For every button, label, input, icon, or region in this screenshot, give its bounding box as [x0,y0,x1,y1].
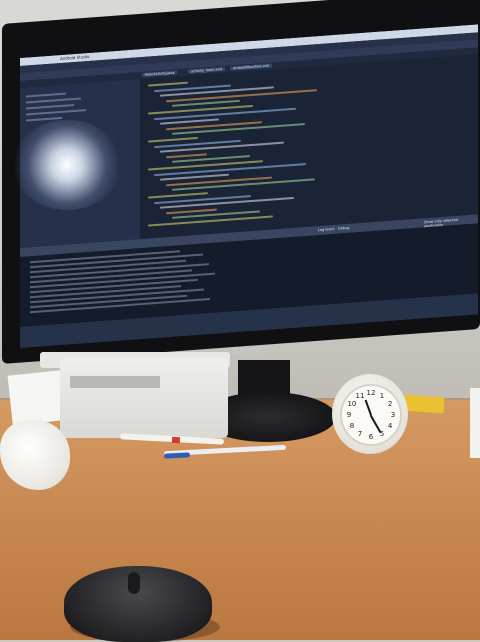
code-line [166,153,207,159]
ide-code-editor [140,54,478,240]
clock-numeral: 10 [347,400,357,408]
clock-numeral: 8 [349,422,355,430]
clock-numeral: 12 [366,389,376,397]
code-line [172,178,315,192]
clock-numeral: 11 [355,391,365,400]
code-line [148,136,198,143]
clock-numeral: 7 [357,430,363,439]
clock-numeral: 9 [346,411,352,419]
clock-numeral: 1 [379,391,385,400]
monitor-brand-logo: BenQ [231,345,264,357]
code-line [154,107,296,120]
code-line [148,215,273,227]
pen-red-band [171,436,181,444]
sticky-note [403,394,445,414]
code-line [166,88,317,103]
mouse-scroll-wheel [128,572,140,594]
code-line [148,192,208,199]
ide-window-title: Android Studio [60,53,90,62]
logcat-level-select: Debug [338,225,350,231]
clock-numeral: 2 [387,400,393,408]
code-line [148,81,188,87]
screen-glare [12,120,122,210]
clock-minute-hand [370,414,382,433]
clock-numeral: 3 [390,411,396,419]
white-object-edge [470,388,480,458]
clock-numeral: 6 [368,433,374,441]
clock-numeral: 4 [387,422,393,430]
clock-face: 12 1 2 3 4 5 6 7 8 9 10 11 [340,384,402,446]
code-line [148,160,263,171]
printer [60,358,228,438]
printer-tray [70,376,160,388]
photo-scene: Android Studio MainActivity.java activit… [0,0,480,642]
clock-hour-hand [364,399,372,416]
code-line [160,197,294,209]
logcat-level-label: Log level: [318,226,335,233]
code-line [172,123,305,136]
code-line [166,208,217,215]
